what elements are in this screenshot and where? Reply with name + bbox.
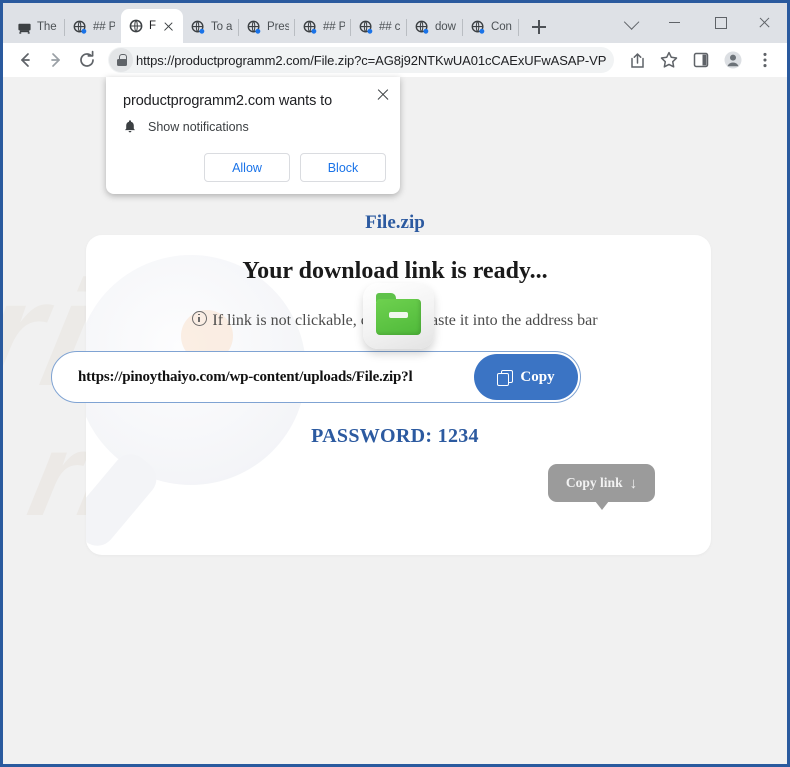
- copy-button[interactable]: Copy: [474, 354, 578, 400]
- tab-divider: [518, 19, 519, 36]
- side-panel-icon: [693, 52, 709, 68]
- tab-0[interactable]: The: [9, 11, 65, 43]
- tab-label: F: [149, 20, 156, 32]
- globe-icon: [191, 20, 206, 35]
- block-button[interactable]: Block: [300, 153, 386, 182]
- bookmark-button[interactable]: [655, 46, 683, 74]
- permission-title: productprogramm2.com wants to: [123, 93, 333, 109]
- more-menu-icon: [763, 52, 767, 68]
- more-menu-button[interactable]: [751, 46, 779, 74]
- copy-link-tooltip: Copy link ↓: [548, 464, 655, 510]
- password-label: PASSWORD: 1234: [311, 425, 479, 447]
- zip-file-icon: [363, 283, 434, 349]
- tooltip-label: Copy link: [565, 475, 623, 490]
- site-security-button[interactable]: [108, 47, 136, 73]
- share-icon: [631, 53, 644, 68]
- reload-button[interactable]: [73, 46, 101, 74]
- green-zip-folder-icon: [376, 293, 421, 335]
- window-controls: [607, 3, 787, 41]
- bookmark-star-icon: [660, 51, 678, 68]
- profile-button[interactable]: [719, 46, 747, 74]
- tab-label: ## P: [323, 21, 345, 33]
- close-window-button[interactable]: [742, 3, 787, 41]
- globe-icon: [129, 19, 144, 34]
- browser-toolbar: https://productprogramm2.com/File.zip?c=…: [3, 43, 787, 77]
- app-icon: [17, 20, 32, 35]
- tab-label: The: [37, 21, 57, 33]
- close-tab-button[interactable]: [162, 20, 175, 33]
- bell-icon: [123, 119, 137, 134]
- permission-actions: Allow Block: [204, 153, 386, 182]
- copy-button-label: Copy: [520, 368, 555, 385]
- tab-7[interactable]: dow: [407, 11, 463, 43]
- tab-5[interactable]: ## P: [295, 11, 351, 43]
- tab-1[interactable]: ## P: [65, 11, 121, 43]
- maximize-button[interactable]: [697, 3, 742, 41]
- profile-avatar-icon: [724, 51, 742, 69]
- forward-arrow-icon: [51, 53, 60, 67]
- permission-request-text: Show notifications: [148, 119, 249, 134]
- forward-button[interactable]: [42, 46, 70, 74]
- globe-icon: [471, 20, 486, 35]
- tab-label: Con: [491, 21, 512, 33]
- chevron-down-icon: [623, 14, 639, 30]
- tab-label: ## c: [379, 21, 401, 33]
- maximize-icon: [714, 17, 727, 29]
- browser-window: The ## P F To a: Pres ## P ## c dow Con …: [0, 0, 790, 767]
- download-arrow-icon: ↓: [629, 474, 638, 492]
- minimize-icon: [669, 22, 680, 24]
- back-button[interactable]: [11, 46, 39, 74]
- file-name-label: File.zip: [365, 212, 425, 233]
- notification-permission-bubble: productprogramm2.com wants to Show notif…: [106, 77, 400, 194]
- tab-label: dow: [435, 21, 456, 33]
- globe-icon: [415, 20, 430, 35]
- tab-label: Pres: [267, 21, 289, 33]
- close-icon: [758, 16, 771, 29]
- minimize-button[interactable]: [652, 3, 697, 41]
- tab-2-active[interactable]: F: [121, 9, 183, 43]
- lock-icon: [117, 54, 127, 66]
- back-arrow-icon: [21, 53, 30, 67]
- close-bubble-button[interactable]: [375, 86, 391, 102]
- download-url-text: https://pinoythaiyo.com/wp-content/uploa…: [78, 368, 413, 385]
- tab-3[interactable]: To a:: [183, 11, 239, 43]
- info-icon: [192, 311, 208, 326]
- side-panel-button[interactable]: [687, 46, 715, 74]
- tab-6[interactable]: ## c: [351, 11, 407, 43]
- download-url-field[interactable]: https://pinoythaiyo.com/wp-content/uploa…: [51, 351, 581, 403]
- browser-chrome: The ## P F To a: Pres ## P ## c dow Con …: [3, 3, 787, 77]
- tab-label: To a:: [211, 21, 233, 33]
- globe-icon: [359, 20, 374, 35]
- tab-search-button[interactable]: [607, 3, 652, 41]
- permission-request-row: Show notifications: [123, 119, 249, 134]
- copy-icon: [497, 369, 513, 386]
- globe-icon: [303, 20, 318, 35]
- globe-icon: [73, 20, 88, 35]
- tab-label: ## P: [93, 21, 115, 33]
- globe-icon: [247, 20, 262, 35]
- reload-icon: [80, 50, 94, 67]
- tab-4[interactable]: Pres: [239, 11, 295, 43]
- page-title: Your download link is ready...: [242, 258, 548, 284]
- new-tab-button[interactable]: [525, 13, 553, 41]
- tab-8[interactable]: Con: [463, 11, 519, 43]
- address-bar[interactable]: https://productprogramm2.com/File.zip?c=…: [108, 47, 614, 73]
- share-button[interactable]: [623, 46, 651, 74]
- address-bar-url: https://productprogramm2.com/File.zip?c=…: [136, 52, 606, 68]
- allow-button[interactable]: Allow: [204, 153, 290, 182]
